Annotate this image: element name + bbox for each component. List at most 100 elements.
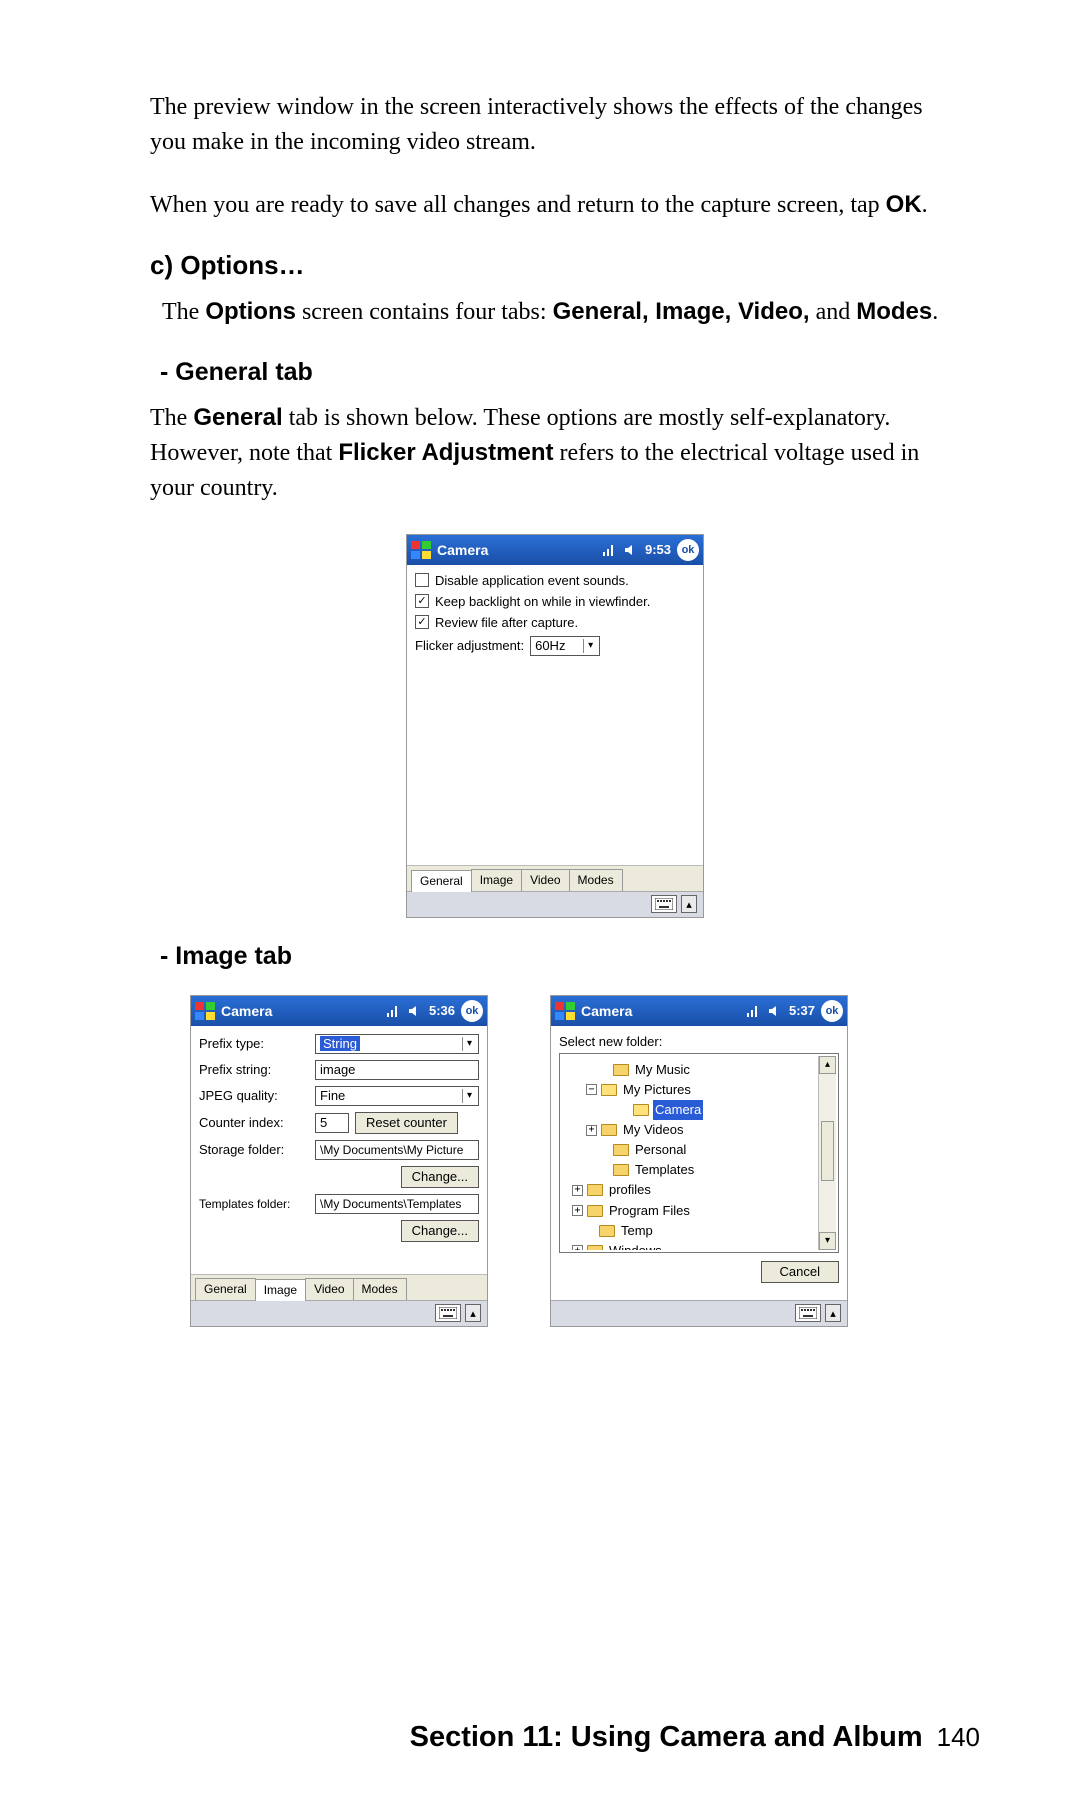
paragraph-preview: The preview window in the screen interac…: [150, 90, 960, 160]
sound-icon: [623, 542, 639, 558]
tree-node-my-pictures[interactable]: −My Pictures: [568, 1080, 814, 1100]
storage-folder-input[interactable]: \My Documents\My Picture: [315, 1140, 479, 1160]
signal-icon: [385, 1003, 401, 1019]
tree-node-my-music[interactable]: My Music: [568, 1060, 814, 1080]
tab-modes[interactable]: Modes: [569, 869, 623, 891]
scroll-down-icon[interactable]: ▾: [819, 1232, 836, 1250]
scroll-thumb[interactable]: [821, 1121, 834, 1181]
heading-image-tab: - Image tab: [160, 942, 960, 971]
footer-page-number: 140: [937, 1722, 980, 1753]
ok-button[interactable]: ok: [821, 1000, 843, 1022]
checkbox-icon: [415, 594, 429, 608]
options-description: The Options screen contains four tabs: G…: [162, 295, 960, 330]
text: screen contains four tabs:: [296, 299, 553, 325]
tree-node-program-files[interactable]: +Program Files: [568, 1201, 814, 1221]
sip-bar: [191, 1300, 487, 1326]
tree-node-templates[interactable]: Templates: [568, 1160, 814, 1180]
sip-up-icon[interactable]: [465, 1304, 481, 1322]
checkbox-review-file[interactable]: Review file after capture.: [415, 615, 695, 630]
tab-video[interactable]: Video: [305, 1278, 353, 1300]
prefix-type-label: Prefix type:: [199, 1036, 309, 1051]
text: .: [922, 192, 928, 218]
counter-index-input[interactable]: 5: [315, 1113, 349, 1133]
panel-body: Select new folder: My Music −My Pictures…: [551, 1026, 847, 1300]
folder-icon: [601, 1124, 617, 1136]
sip-up-icon[interactable]: [681, 895, 697, 913]
screenshot-folder-picker: Camera 5:37 ok Select new folder: My Mus…: [550, 995, 848, 1327]
ok-button[interactable]: ok: [461, 1000, 483, 1022]
expand-icon[interactable]: +: [586, 1125, 597, 1136]
tab-bar: General Image Video Modes: [407, 865, 703, 891]
clock: 9:53: [645, 542, 671, 557]
ok-label: OK: [886, 191, 922, 218]
change-storage-button[interactable]: Change...: [401, 1166, 479, 1188]
tree-node-camera[interactable]: Camera: [568, 1100, 814, 1120]
flicker-row: Flicker adjustment: 60Hz: [415, 636, 695, 656]
tab-video[interactable]: Video: [521, 869, 569, 891]
flicker-select[interactable]: 60Hz: [530, 636, 600, 656]
checkbox-backlight[interactable]: Keep backlight on while in viewfinder.: [415, 594, 695, 609]
prefix-string-input[interactable]: image: [315, 1060, 479, 1080]
sound-icon: [767, 1003, 783, 1019]
flicker-label: Flicker adjustment:: [415, 638, 524, 653]
expand-icon[interactable]: +: [572, 1205, 583, 1216]
expand-icon[interactable]: +: [572, 1245, 583, 1249]
tree-node-windows[interactable]: +Windows: [568, 1241, 814, 1250]
text-bold: General: [193, 404, 282, 431]
jpeg-quality-select[interactable]: Fine: [315, 1086, 479, 1106]
tree-node-personal[interactable]: Personal: [568, 1140, 814, 1160]
folder-icon: [587, 1245, 603, 1250]
text: and: [810, 299, 857, 325]
keyboard-icon[interactable]: [435, 1304, 461, 1322]
reset-counter-button[interactable]: Reset counter: [355, 1112, 458, 1134]
sound-icon: [407, 1003, 423, 1019]
cancel-button[interactable]: Cancel: [761, 1261, 839, 1283]
tab-image[interactable]: Image: [471, 869, 522, 891]
text-bold: General, Image, Video,: [553, 298, 810, 325]
tree-node-profiles[interactable]: +profiles: [568, 1180, 814, 1200]
sip-up-icon[interactable]: [825, 1304, 841, 1322]
jpeg-quality-label: JPEG quality:: [199, 1088, 309, 1103]
checkbox-label: Keep backlight on while in viewfinder.: [435, 594, 650, 609]
titlebar: Camera 5:36 ok: [191, 996, 487, 1026]
checkbox-icon: [415, 573, 429, 587]
checkbox-icon: [415, 615, 429, 629]
page-footer: Section 11: Using Camera and Album 140: [0, 1721, 1080, 1754]
folder-tree: My Music −My Pictures Camera +My Videos …: [559, 1053, 839, 1253]
windows-flag-icon: [195, 1002, 215, 1020]
storage-folder-label: Storage folder:: [199, 1142, 309, 1157]
signal-icon: [601, 542, 617, 558]
text: When you are ready to save all changes a…: [150, 192, 886, 218]
window-title: Camera: [221, 1003, 379, 1019]
select-value: 60Hz: [535, 638, 565, 653]
tab-general[interactable]: General: [195, 1278, 256, 1300]
text: The: [162, 299, 205, 325]
signal-icon: [745, 1003, 761, 1019]
tab-general[interactable]: General: [411, 870, 472, 892]
tab-modes[interactable]: Modes: [353, 1278, 407, 1300]
tree-node-my-videos[interactable]: +My Videos: [568, 1120, 814, 1140]
expand-icon[interactable]: +: [572, 1185, 583, 1196]
collapse-icon[interactable]: −: [586, 1084, 597, 1095]
tree-node-temp[interactable]: Temp: [568, 1221, 814, 1241]
sip-bar: [407, 891, 703, 917]
text-bold: Options: [205, 298, 296, 325]
keyboard-icon[interactable]: [795, 1304, 821, 1322]
select-value: Fine: [320, 1088, 345, 1103]
folder-icon: [587, 1184, 603, 1196]
folder-icon: [613, 1164, 629, 1176]
templates-folder-input[interactable]: \My Documents\Templates: [315, 1194, 479, 1214]
keyboard-icon[interactable]: [651, 895, 677, 913]
folder-open-icon: [633, 1104, 649, 1116]
scroll-up-icon[interactable]: ▴: [819, 1056, 836, 1074]
text: The: [150, 405, 193, 431]
change-templates-button[interactable]: Change...: [401, 1220, 479, 1242]
chevron-down-icon: [583, 639, 597, 653]
ok-button[interactable]: ok: [677, 539, 699, 561]
templates-folder-label: Templates folder:: [199, 1197, 309, 1211]
tab-image[interactable]: Image: [255, 1279, 306, 1301]
scrollbar[interactable]: ▴ ▾: [818, 1056, 836, 1250]
checkbox-disable-sounds[interactable]: Disable application event sounds.: [415, 573, 695, 588]
titlebar: Camera 9:53 ok: [407, 535, 703, 565]
prefix-type-select[interactable]: String: [315, 1034, 479, 1054]
